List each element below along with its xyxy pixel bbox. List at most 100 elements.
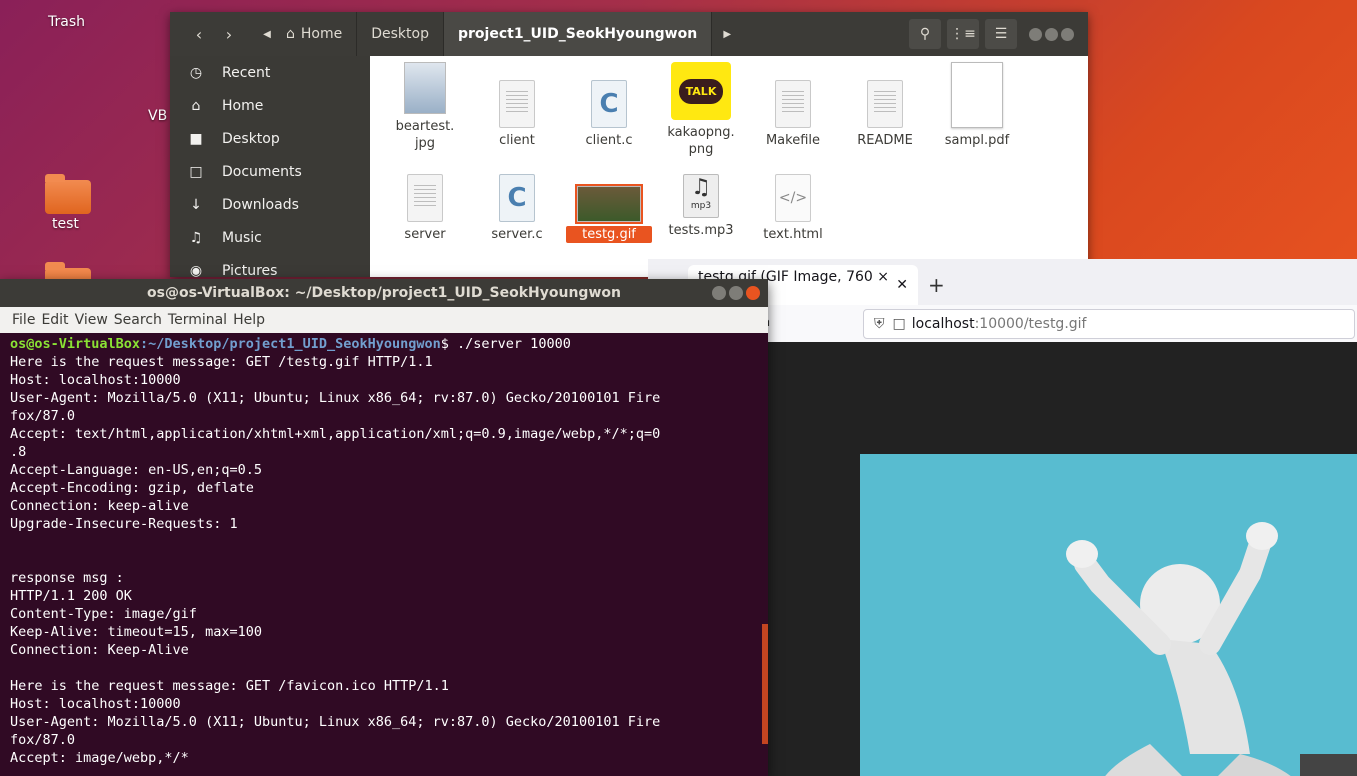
prompt-command: $ ./server 10000 xyxy=(440,336,571,352)
sidebar-item-label: Pictures xyxy=(222,262,278,278)
file-name: server xyxy=(404,227,446,242)
url-host: localhost xyxy=(911,315,975,332)
file-item[interactable]: README xyxy=(842,80,928,149)
output-line: User-Agent: Mozilla/5.0 (X11; Ubuntu; Li… xyxy=(10,714,661,730)
file-item[interactable]: C client.c xyxy=(566,80,652,149)
file-item-selected[interactable]: testg.gif xyxy=(566,184,652,243)
file-name: Makefile xyxy=(765,133,821,148)
breadcrumb-right-arrow[interactable]: ▶ xyxy=(712,19,742,49)
file-item[interactable]: beartest. jpg xyxy=(382,62,468,152)
sidebar-item-home[interactable]: ⌂ Home xyxy=(170,89,370,122)
file-item[interactable]: ♫ mp3 tests.mp3 xyxy=(658,174,744,239)
file-item[interactable]: client xyxy=(474,80,560,149)
sidebar-item-downloads[interactable]: ↓ Downloads xyxy=(170,188,370,221)
desktop-icon-label: test xyxy=(52,216,79,232)
camera-icon: ◉ xyxy=(189,262,203,278)
maximize-button[interactable] xyxy=(729,286,743,300)
breadcrumb-desktop[interactable]: Desktop xyxy=(357,12,444,56)
output-line: fox/87.0 xyxy=(10,408,76,424)
file-item[interactable]: sampl.pdf xyxy=(934,62,1020,149)
executable-file-icon xyxy=(499,80,535,128)
file-name: kakaopng. png xyxy=(667,125,735,157)
close-tab-icon[interactable]: ✕ xyxy=(896,277,908,293)
home-icon: ⌂ xyxy=(191,97,201,114)
url-path: :10000/testg.gif xyxy=(974,315,1087,332)
file-name: client xyxy=(499,133,535,148)
output-line: HTTP/1.1 200 OK xyxy=(10,588,132,604)
url-bar[interactable]: ⛨ □ localhost:10000/testg.gif xyxy=(863,308,1355,339)
output-line: Host: localhost:10000 xyxy=(10,696,181,712)
back-button[interactable]: ‹ xyxy=(184,19,214,49)
maximize-button[interactable] xyxy=(1045,27,1058,41)
home-icon: ⌂ xyxy=(286,26,295,42)
output-line: Host: localhost:10000 xyxy=(10,372,181,388)
desktop-icon-test[interactable]: test xyxy=(52,216,79,232)
menu-terminal[interactable]: Terminal xyxy=(168,312,227,328)
executable-file-icon xyxy=(407,174,443,222)
breadcrumb-label: Desktop xyxy=(371,26,429,42)
shield-icon: ⛨ xyxy=(874,315,885,332)
breadcrumb-left-arrow[interactable]: ◀ xyxy=(252,19,282,49)
terminal-output[interactable]: os@os-VirtualBox:~/Desktop/project1_UID_… xyxy=(0,333,768,767)
search-button[interactable]: ⚲ xyxy=(909,19,941,49)
output-line: Connection: Keep-Alive xyxy=(10,642,189,658)
list-view-icon: ⋮≡ xyxy=(950,26,976,42)
file-item[interactable]: </> text.html xyxy=(750,174,836,243)
output-line: Here is the request message: GET /favico… xyxy=(10,678,449,694)
minimize-button[interactable] xyxy=(712,286,726,300)
sidebar-item-label: Home xyxy=(222,97,264,114)
output-line: Keep-Alive: timeout=15, max=100 xyxy=(10,624,262,640)
file-item[interactable]: TALK kakaopng. png xyxy=(658,62,744,158)
minimize-button[interactable] xyxy=(1029,27,1042,41)
close-button[interactable] xyxy=(746,286,760,300)
file-name: beartest. jpg xyxy=(395,119,455,151)
output-line: Accept-Language: en-US,en;q=0.5 xyxy=(10,462,262,478)
desktop-icon-label: Trash xyxy=(48,14,85,30)
close-button[interactable] xyxy=(1061,27,1074,41)
file-item[interactable]: server xyxy=(382,174,468,243)
terminal-window: os@os-VirtualBox: ~/Desktop/project1_UID… xyxy=(0,279,768,776)
c-source-file-icon: C xyxy=(591,80,627,128)
file-name: README xyxy=(857,133,913,148)
output-line: fox/87.0 xyxy=(10,732,76,748)
breadcrumb-home[interactable]: ⌂ Home xyxy=(282,12,358,56)
file-name: client.c xyxy=(585,133,633,148)
sidebar-item-recent[interactable]: ◷ Recent xyxy=(170,56,370,89)
terminal-menubar: File Edit View Search Terminal Help xyxy=(0,307,768,333)
menu-edit[interactable]: Edit xyxy=(41,312,68,328)
file-name: testg.gif xyxy=(566,226,652,243)
clock-icon: ◷ xyxy=(189,64,203,81)
output-line: Accept-Encoding: gzip, deflate xyxy=(10,480,254,496)
new-tab-button[interactable]: + xyxy=(928,265,945,305)
desktop-icon-trash[interactable]: Trash xyxy=(48,14,85,30)
scrollbar[interactable] xyxy=(762,624,768,744)
menu-help[interactable]: Help xyxy=(233,312,265,328)
menu-search[interactable]: Search xyxy=(114,312,162,328)
folder-icon[interactable] xyxy=(45,174,91,214)
cheering-figure-image xyxy=(1066,522,1357,776)
menu-button[interactable]: ☰ xyxy=(985,19,1017,49)
forward-button[interactable]: › xyxy=(214,19,244,49)
view-toggle-button[interactable]: ⋮≡ xyxy=(947,19,979,49)
file-name: sampl.pdf xyxy=(944,133,1010,148)
output-line: Accept: text/html,application/xhtml+xml,… xyxy=(10,426,661,442)
plus-icon: + xyxy=(928,273,945,297)
sidebar-item-desktop[interactable]: ■ Desktop xyxy=(170,122,370,155)
sidebar-item-music[interactable]: ♫ Music xyxy=(170,221,370,254)
folder-icon: ■ xyxy=(189,130,203,147)
sidebar-item-pictures[interactable]: ◉ Pictures xyxy=(170,254,370,278)
files-headerbar: ‹ › ◀ ⌂ Home Desktop project1_UID_SeokHy… xyxy=(170,12,1088,56)
menu-file[interactable]: File xyxy=(12,312,35,328)
music-icon: ♫ xyxy=(189,229,203,246)
breadcrumb-label: project1_UID_SeokHyoungwon xyxy=(457,26,698,42)
document-icon: □ xyxy=(189,163,203,180)
file-item[interactable]: Makefile xyxy=(750,80,836,149)
file-item[interactable]: C server.c xyxy=(474,174,560,243)
sidebar-item-documents[interactable]: □ Documents xyxy=(170,155,370,188)
desktop-icon-vb[interactable]: VB xyxy=(148,108,167,124)
file-name: server.c xyxy=(491,227,543,242)
menu-view[interactable]: View xyxy=(75,312,108,328)
sidebar-item-label: Desktop xyxy=(222,130,280,147)
breadcrumb-project[interactable]: project1_UID_SeokHyoungwon xyxy=(443,12,713,56)
